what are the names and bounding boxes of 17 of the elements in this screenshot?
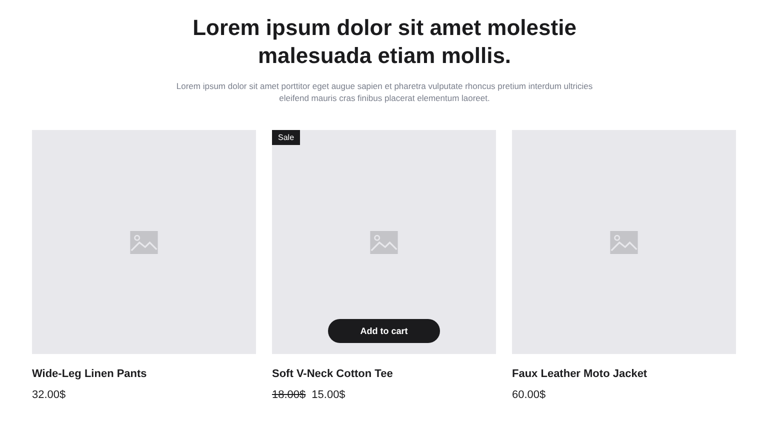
image-icon [370,230,398,254]
image-placeholder[interactable] [512,130,736,354]
section-subtitle: Lorem ipsum dolor sit amet porttitor eget augue sapien et pharetra vulputate rhoncus pretium interdum ultricies eleifend mauris cras finibus placerat elementum laoreet. [175,80,594,104]
image-icon [610,230,638,254]
add-to-cart-button[interactable]: Add to cart [328,319,440,343]
product-name[interactable]: Soft V-Neck Cotton Tee [272,367,496,381]
price: 60.00$ [512,388,546,402]
image-placeholder[interactable]: Sale Add to cart [272,130,496,354]
product-name[interactable]: Wide-Leg Linen Pants [32,367,256,381]
price: 32.00$ [32,388,66,402]
image-placeholder[interactable] [32,130,256,354]
price: 15.00$ [312,388,346,402]
section-heading: Lorem ipsum dolor sit amet molestie malesuada etiam mollis. [192,14,578,70]
image-icon [130,230,158,254]
old-price: 18.00$ [272,388,306,402]
product-name[interactable]: Faux Leather Moto Jacket [512,367,736,381]
sale-badge: Sale [272,130,300,145]
